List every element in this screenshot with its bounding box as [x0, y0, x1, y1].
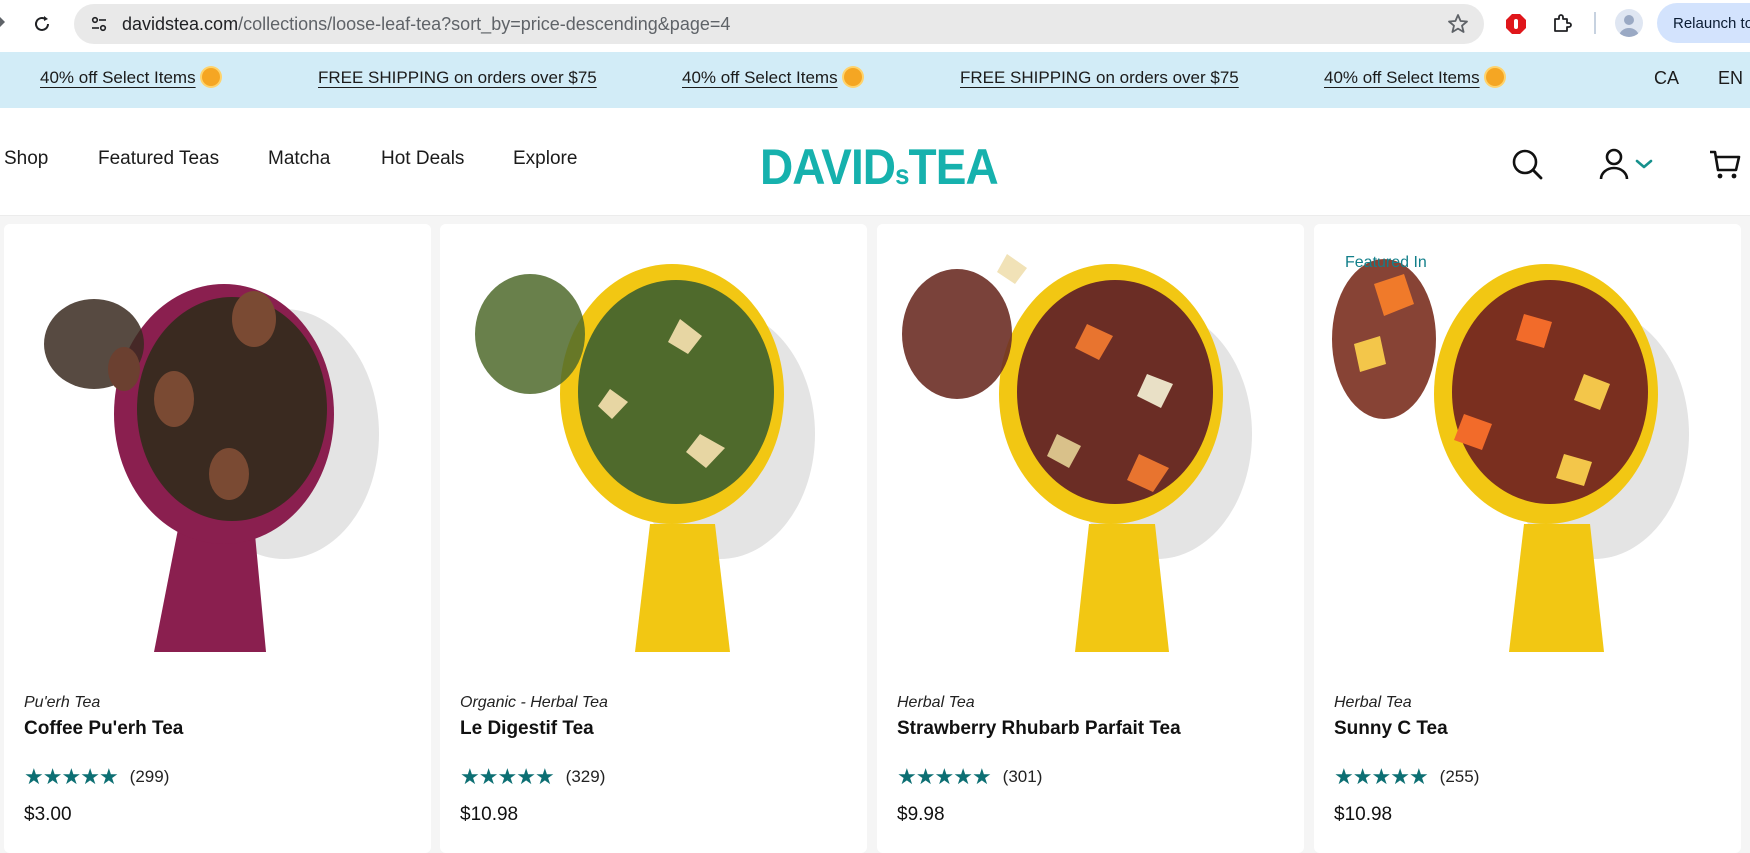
promo-link[interactable]: FREE SHIPPING on orders over $75 — [318, 68, 597, 88]
sun-icon — [1485, 68, 1504, 86]
product-card[interactable]: Pu'erh Tea Coffee Pu'erh Tea ★ ★ ★ ★ ★ (299)… — [4, 224, 431, 853]
site-header: Shop Featured Teas Matcha Hot Deals Expl… — [0, 108, 1750, 216]
tea-spoon-image — [475, 264, 815, 652]
promo-link[interactable]: 40% off Select Items — [682, 68, 862, 88]
adblock-extension-icon[interactable] — [1502, 10, 1530, 38]
logo-text-s: s — [895, 159, 909, 190]
promo-banner: 40% off Select Items FREE SHIPPING on or… — [0, 52, 1750, 108]
sun-icon — [201, 68, 220, 86]
review-count: (329) — [565, 767, 606, 786]
tea-spoon-image — [902, 254, 1252, 652]
language-selector[interactable]: EN — [1718, 68, 1743, 89]
promo-text: 40% off Select Items — [682, 68, 838, 87]
promo-text: FREE SHIPPING on orders over $75 — [960, 68, 1239, 87]
promo-text: 40% off Select Items — [1324, 68, 1480, 87]
product-price: $3.00 — [24, 804, 72, 825]
logo-text-david: DAVID — [760, 139, 896, 195]
product-card[interactable]: Organic - Herbal Tea Le Digestif Tea ★ ★ ★… — [440, 224, 867, 853]
star-rating-icons: ★ ★ ★ ★ ★ — [1334, 764, 1429, 789]
site-info-icon[interactable] — [88, 13, 110, 35]
extensions-puzzle-icon[interactable] — [1548, 10, 1576, 38]
product-title[interactable]: Le Digestif Tea — [460, 718, 594, 740]
star-rating-icons: ★ ★ ★ ★ ★ — [460, 764, 555, 789]
review-count: (299) — [129, 767, 170, 786]
account-icon[interactable] — [1596, 146, 1632, 182]
product-category: Herbal Tea — [897, 694, 975, 711]
star-rating-icons: ★ ★ ★ ★ ★ — [897, 764, 992, 789]
product-title[interactable]: Strawberry Rhubarb Parfait Tea — [897, 718, 1181, 740]
cart-icon[interactable] — [1707, 146, 1743, 182]
promo-link[interactable]: FREE SHIPPING on orders over $75 — [960, 68, 1239, 88]
url-text: davidstea.com/collections/loose-leaf-tea… — [122, 14, 730, 35]
product-category: Pu'erh Tea — [24, 694, 101, 711]
promo-text: 40% off Select Items — [40, 68, 196, 87]
review-count: (255) — [1439, 767, 1480, 786]
address-bar[interactable]: davidstea.com/collections/loose-leaf-tea… — [74, 4, 1484, 44]
product-rating[interactable]: ★ ★ ★ ★ ★ (299) — [24, 766, 169, 788]
profile-avatar-icon[interactable] — [1615, 9, 1643, 37]
product-grid: Pu'erh Tea Coffee Pu'erh Tea ★ ★ ★ ★ ★ (299)… — [0, 224, 1750, 853]
toolbar-separator — [1594, 12, 1596, 34]
promo-text: FREE SHIPPING on orders over $75 — [318, 68, 597, 87]
product-price: $10.98 — [1334, 804, 1393, 825]
product-rating[interactable]: ★ ★ ★ ★ ★ (301) — [897, 766, 1042, 788]
logo-text-tea: TEA — [908, 139, 999, 195]
product-image[interactable] — [4, 224, 431, 652]
search-icon[interactable] — [1509, 146, 1545, 182]
reload-button[interactable] — [28, 10, 56, 38]
nav-item-featured-teas[interactable]: Featured Teas — [98, 148, 219, 170]
product-title[interactable]: Coffee Pu'erh Tea — [24, 718, 183, 740]
star-rating-icons: ★ ★ ★ ★ ★ — [24, 764, 119, 789]
promo-link[interactable]: 40% off Select Items — [1324, 68, 1504, 88]
product-image[interactable] — [877, 224, 1304, 652]
bookmark-star-icon[interactable] — [1446, 12, 1470, 36]
davidstea-logo[interactable]: DAVIDsTEA — [760, 138, 999, 196]
sun-icon — [843, 68, 862, 86]
product-rating[interactable]: ★ ★ ★ ★ ★ (255) — [1334, 766, 1479, 788]
featured-badge: Featured In — [1345, 254, 1427, 271]
reload-icon — [35, 16, 49, 31]
browser-toolbar: davidstea.com/collections/loose-leaf-tea… — [0, 0, 1750, 52]
product-card[interactable]: Herbal Tea Strawberry Rhubarb Parfait Te… — [877, 224, 1304, 853]
product-rating[interactable]: ★ ★ ★ ★ ★ (329) — [460, 766, 605, 788]
product-image[interactable] — [1314, 224, 1741, 652]
product-category: Herbal Tea — [1334, 694, 1412, 711]
url-host: davidstea.com — [122, 13, 239, 34]
tea-spoon-image — [1332, 259, 1689, 652]
product-price: $10.98 — [460, 804, 519, 825]
nav-item-hot-deals[interactable]: Hot Deals — [381, 148, 464, 170]
review-count: (301) — [1002, 767, 1043, 786]
product-category: Organic - Herbal Tea — [460, 694, 608, 711]
url-path: /collections/loose-leaf-tea?sort_by=pric… — [238, 13, 731, 34]
nav-item-shop[interactable]: Shop — [4, 148, 48, 170]
product-title[interactable]: Sunny C Tea — [1334, 718, 1448, 740]
promo-link[interactable]: 40% off Select Items — [40, 68, 220, 88]
product-image[interactable] — [440, 224, 867, 652]
tea-spoon-image — [44, 284, 379, 652]
product-price: $9.98 — [897, 804, 945, 825]
nav-item-explore[interactable]: Explore — [513, 148, 577, 170]
country-selector[interactable]: CA — [1654, 68, 1679, 89]
relaunch-button[interactable]: Relaunch to — [1657, 3, 1750, 43]
nav-item-matcha[interactable]: Matcha — [268, 148, 330, 170]
back-arrow-icon[interactable] — [0, 17, 5, 27]
chevron-down-icon[interactable] — [1630, 146, 1658, 182]
product-card[interactable]: Featured In Herbal Tea Sunny C Tea ★ ★ ★ ★ ★… — [1314, 224, 1741, 853]
